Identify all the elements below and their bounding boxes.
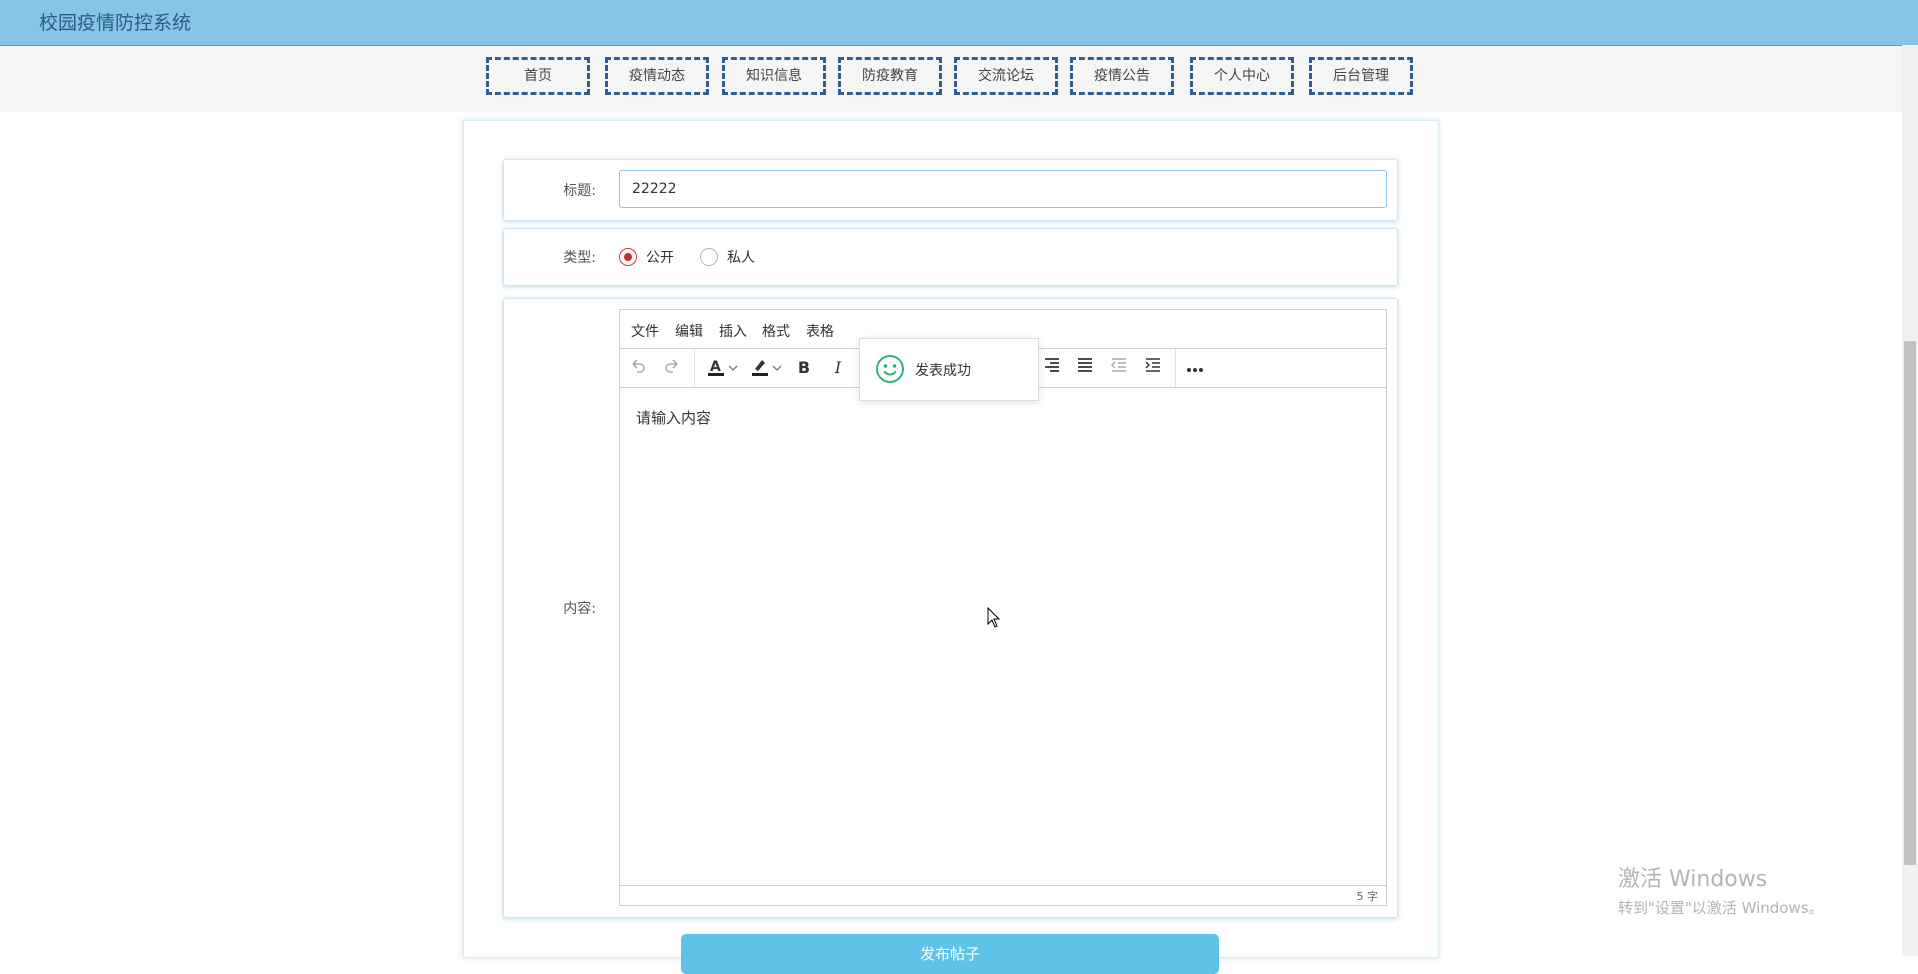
toast-message: 发表成功 (915, 363, 971, 379)
title-label: 标题: (563, 183, 596, 199)
text-color-icon[interactable]: A (704, 357, 728, 379)
nav-item-education[interactable]: 防疫教育 (838, 57, 942, 95)
toolbar-separator (1175, 349, 1176, 387)
bold-button[interactable]: B (792, 357, 816, 379)
highlight-chevron-down-icon[interactable] (770, 357, 784, 379)
menu-insert[interactable]: 插入 (719, 321, 747, 341)
nav-item-knowledge[interactable]: 知识信息 (722, 57, 826, 95)
top-header: 校园疫情防控系统 (0, 0, 1918, 46)
toolbar-separator (694, 349, 695, 387)
watermark-subtitle: 转到"设置"以激活 Windows。 (1618, 899, 1824, 917)
nav-item-epidemic-news[interactable]: 疫情动态 (605, 57, 709, 95)
nav-bar: 首页 疫情动态 知识信息 防疫教育 交流论坛 疫情公告 个人中心 后台管理 (0, 46, 1902, 112)
indent-icon[interactable] (1141, 357, 1165, 379)
text-color-chevron-down-icon[interactable] (726, 357, 740, 379)
nav-item-user-center[interactable]: 个人中心 (1190, 57, 1294, 95)
mouse-cursor-icon (987, 607, 1001, 628)
menu-format[interactable]: 格式 (762, 321, 790, 341)
editor-content[interactable]: 请输入内容 (636, 407, 711, 428)
windows-activation-watermark: 激活 Windows 转到"设置"以激活 Windows。 (1618, 861, 1824, 918)
radio-private-label: 私人 (727, 250, 755, 266)
radio-public-label: 公开 (646, 250, 674, 266)
align-right-icon[interactable] (1040, 357, 1064, 379)
type-row: 类型: 公开 私人 (503, 228, 1398, 286)
nav-item-announcements[interactable]: 疫情公告 (1070, 57, 1174, 95)
scrollbar-thumb[interactable] (1904, 341, 1916, 865)
success-toast: 发表成功 (859, 338, 1039, 401)
submit-post-button[interactable]: 发布帖子 (681, 934, 1219, 974)
menu-table[interactable]: 表格 (806, 321, 834, 341)
more-icon[interactable] (1183, 357, 1207, 379)
redo-icon[interactable] (660, 357, 684, 379)
editor-statusbar: 5 字 (620, 885, 1386, 905)
undo-icon[interactable] (626, 357, 650, 379)
smile-icon (876, 355, 904, 383)
radio-public[interactable]: 公开 (619, 247, 674, 267)
svg-text:A: A (710, 359, 721, 375)
nav-item-forum[interactable]: 交流论坛 (954, 57, 1058, 95)
post-form-panel: 标题: 类型: 公开 私人 内容: 文件 编辑 插入 格式 表格 (463, 120, 1439, 958)
outdent-icon[interactable] (1107, 357, 1131, 379)
content-label: 内容: (563, 601, 596, 617)
word-count: 5 字 (1356, 890, 1379, 903)
menu-edit[interactable]: 编辑 (675, 321, 703, 341)
radio-public-indicator[interactable] (619, 248, 637, 266)
title-row: 标题: (503, 159, 1398, 221)
app-title: 校园疫情防控系统 (39, 12, 192, 34)
nav-item-home[interactable]: 首页 (486, 57, 590, 95)
watermark-title: 激活 Windows (1618, 867, 1768, 892)
justify-icon[interactable] (1073, 357, 1097, 379)
italic-button[interactable]: I (826, 357, 850, 379)
type-label: 类型: (563, 250, 596, 266)
page-scrollbar[interactable] (1902, 45, 1918, 956)
highlight-icon[interactable] (748, 357, 772, 379)
title-input[interactable] (619, 170, 1387, 208)
menu-file[interactable]: 文件 (631, 321, 659, 341)
radio-private[interactable]: 私人 (700, 247, 755, 267)
nav-item-admin[interactable]: 后台管理 (1309, 57, 1413, 95)
radio-private-indicator[interactable] (700, 248, 718, 266)
